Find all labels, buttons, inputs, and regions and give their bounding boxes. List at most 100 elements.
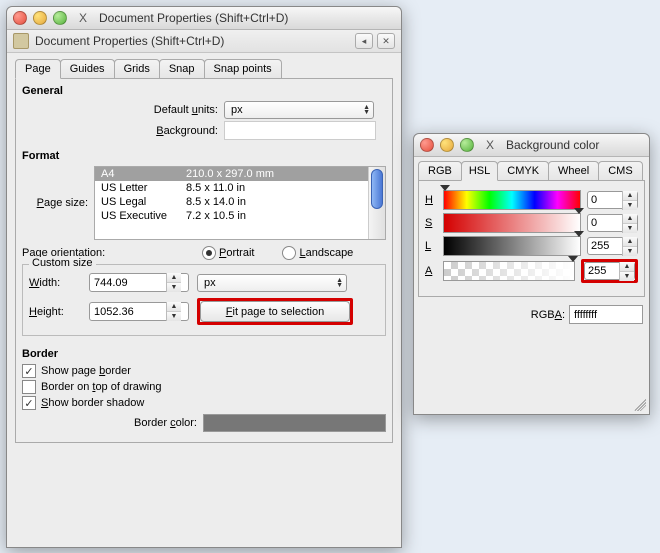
custom-units-select[interactable]: px ▲▼ — [197, 274, 347, 292]
select-arrows-icon: ▲▼ — [336, 278, 343, 288]
select-arrows-icon: ▲▼ — [363, 105, 370, 115]
spinner-icon[interactable]: ▲▼ — [166, 273, 181, 292]
border-color-label: Border color: — [22, 417, 203, 429]
section-general: General — [22, 85, 386, 97]
fit-page-to-selection-button[interactable]: Fit page to selection — [200, 301, 350, 322]
section-format: Format — [22, 150, 386, 162]
border-color-swatch[interactable] — [203, 414, 386, 432]
tab-page[interactable]: Page — [15, 59, 61, 79]
page-size-listbox[interactable]: A4 210.0 x 297.0 mm US Letter 8.5 x 11.0… — [94, 166, 386, 240]
section-border: Border — [22, 348, 386, 360]
tab-wheel[interactable]: Wheel — [548, 161, 599, 180]
spinner-icon[interactable]: ▲▼ — [619, 262, 634, 281]
app-x-icon: X — [483, 138, 497, 152]
tab-snap-points[interactable]: Snap points — [204, 59, 282, 78]
border-on-top-checkbox[interactable]: Border on top of drawing — [22, 380, 161, 394]
dialog-menu-button[interactable]: ◂ — [355, 33, 373, 49]
width-value[interactable] — [90, 277, 166, 289]
resize-grip-icon[interactable] — [634, 399, 646, 411]
height-value[interactable] — [90, 306, 166, 318]
lightness-label: L — [425, 240, 437, 252]
rgba-label: RGBA: — [531, 309, 565, 321]
background-color-window: X Background color RGB HSL CMYK Wheel CM… — [413, 133, 650, 415]
background-label: Background: — [22, 125, 224, 137]
dialog-icon — [13, 33, 29, 49]
hue-slider[interactable] — [443, 190, 581, 210]
spinner-icon[interactable]: ▲▼ — [622, 237, 637, 256]
scrollbar-thumb[interactable] — [371, 169, 383, 209]
tab-panel-page: General Default units: px ▲▼ Background:… — [15, 78, 393, 443]
traffic-lights — [13, 11, 67, 25]
color-tab-strip: RGB HSL CMYK Wheel CMS — [418, 161, 645, 180]
tab-rgb[interactable]: RGB — [418, 161, 462, 180]
spinner-icon[interactable]: ▲▼ — [622, 191, 637, 210]
slider-thumb-icon[interactable] — [574, 231, 584, 237]
alpha-input[interactable]: ▲▼ — [584, 262, 635, 280]
titlebar[interactable]: X Background color — [414, 134, 649, 157]
dialog-close-button[interactable]: ✕ — [377, 33, 395, 49]
window-title: Document Properties (Shift+Ctrl+D) — [99, 11, 288, 25]
alpha-slider[interactable] — [443, 261, 575, 281]
hue-input[interactable]: ▲▼ — [587, 191, 638, 209]
slider-thumb-icon[interactable] — [574, 208, 584, 214]
minimize-window-button[interactable] — [440, 138, 454, 152]
tab-snap[interactable]: Snap — [159, 59, 205, 78]
dialog-body: Page Guides Grids Snap Snap points Gener… — [7, 53, 401, 453]
background-color-swatch[interactable] — [224, 121, 376, 140]
zoom-window-button[interactable] — [460, 138, 474, 152]
tab-cms[interactable]: CMS — [598, 161, 642, 180]
lightness-input[interactable]: ▲▼ — [587, 237, 638, 255]
custom-size-legend: Custom size — [29, 257, 96, 269]
tab-hsl[interactable]: HSL — [461, 161, 498, 181]
list-item[interactable]: US Letter 8.5 x 11.0 in — [95, 181, 385, 195]
show-page-border-checkbox[interactable]: ✓Show page border — [22, 364, 131, 378]
default-units-label: Default units: — [22, 104, 224, 116]
dialog-title: Document Properties (Shift+Ctrl+D) — [35, 34, 224, 48]
traffic-lights — [420, 138, 474, 152]
slider-thumb-icon[interactable] — [568, 256, 578, 262]
alpha-label: A — [425, 265, 437, 277]
radio-off-icon — [282, 246, 296, 260]
dialog-header: Document Properties (Shift+Ctrl+D) ◂ ✕ — [7, 30, 401, 53]
rgba-input[interactable]: ffffffff — [569, 305, 643, 324]
custom-size-fieldset: Custom size Width: ▲▼ px ▲▼ Height: — [22, 264, 386, 336]
hsl-panel: H ▲▼ S ▲▼ L ▲▼ A ▲▼ — [418, 180, 645, 297]
orientation-landscape[interactable]: Landscape — [282, 246, 353, 260]
slider-thumb-icon[interactable] — [440, 185, 450, 191]
orientation-portrait[interactable]: Portrait — [202, 246, 254, 260]
hue-label: H — [425, 194, 437, 206]
spinner-icon[interactable]: ▲▼ — [622, 214, 637, 233]
checkbox-checked-icon: ✓ — [22, 396, 36, 410]
saturation-label: S — [425, 217, 437, 229]
document-properties-window: X Document Properties (Shift+Ctrl+D) Doc… — [6, 6, 402, 548]
checkbox-checked-icon: ✓ — [22, 364, 36, 378]
list-item[interactable]: US Executive 7.2 x 10.5 in — [95, 209, 385, 223]
tab-guides[interactable]: Guides — [60, 59, 115, 78]
height-input[interactable]: ▲▼ — [89, 302, 189, 321]
custom-units-value: px — [204, 277, 216, 289]
list-item[interactable]: US Legal 8.5 x 14.0 in — [95, 195, 385, 209]
list-item[interactable]: A4 210.0 x 297.0 mm — [95, 167, 385, 181]
listbox-scrollbar[interactable] — [368, 167, 385, 239]
close-window-button[interactable] — [13, 11, 27, 25]
saturation-input[interactable]: ▲▼ — [587, 214, 638, 232]
default-units-value: px — [231, 104, 243, 116]
tab-cmyk[interactable]: CMYK — [497, 161, 549, 180]
window-title: Background color — [506, 138, 599, 152]
close-window-button[interactable] — [420, 138, 434, 152]
app-x-icon: X — [76, 11, 90, 25]
lightness-slider[interactable] — [443, 236, 581, 256]
show-border-shadow-checkbox[interactable]: ✓Show border shadow — [22, 396, 144, 410]
page-size-label: Page size: — [22, 197, 94, 209]
tab-grids[interactable]: Grids — [114, 59, 160, 78]
width-input[interactable]: ▲▼ — [89, 273, 189, 292]
minimize-window-button[interactable] — [33, 11, 47, 25]
titlebar[interactable]: X Document Properties (Shift+Ctrl+D) — [7, 7, 401, 30]
checkbox-unchecked-icon — [22, 380, 36, 394]
zoom-window-button[interactable] — [53, 11, 67, 25]
spinner-icon[interactable]: ▲▼ — [166, 302, 181, 321]
saturation-slider[interactable] — [443, 213, 581, 233]
default-units-select[interactable]: px ▲▼ — [224, 101, 374, 119]
radio-on-icon — [202, 246, 216, 260]
tab-strip: Page Guides Grids Snap Snap points — [15, 59, 393, 78]
